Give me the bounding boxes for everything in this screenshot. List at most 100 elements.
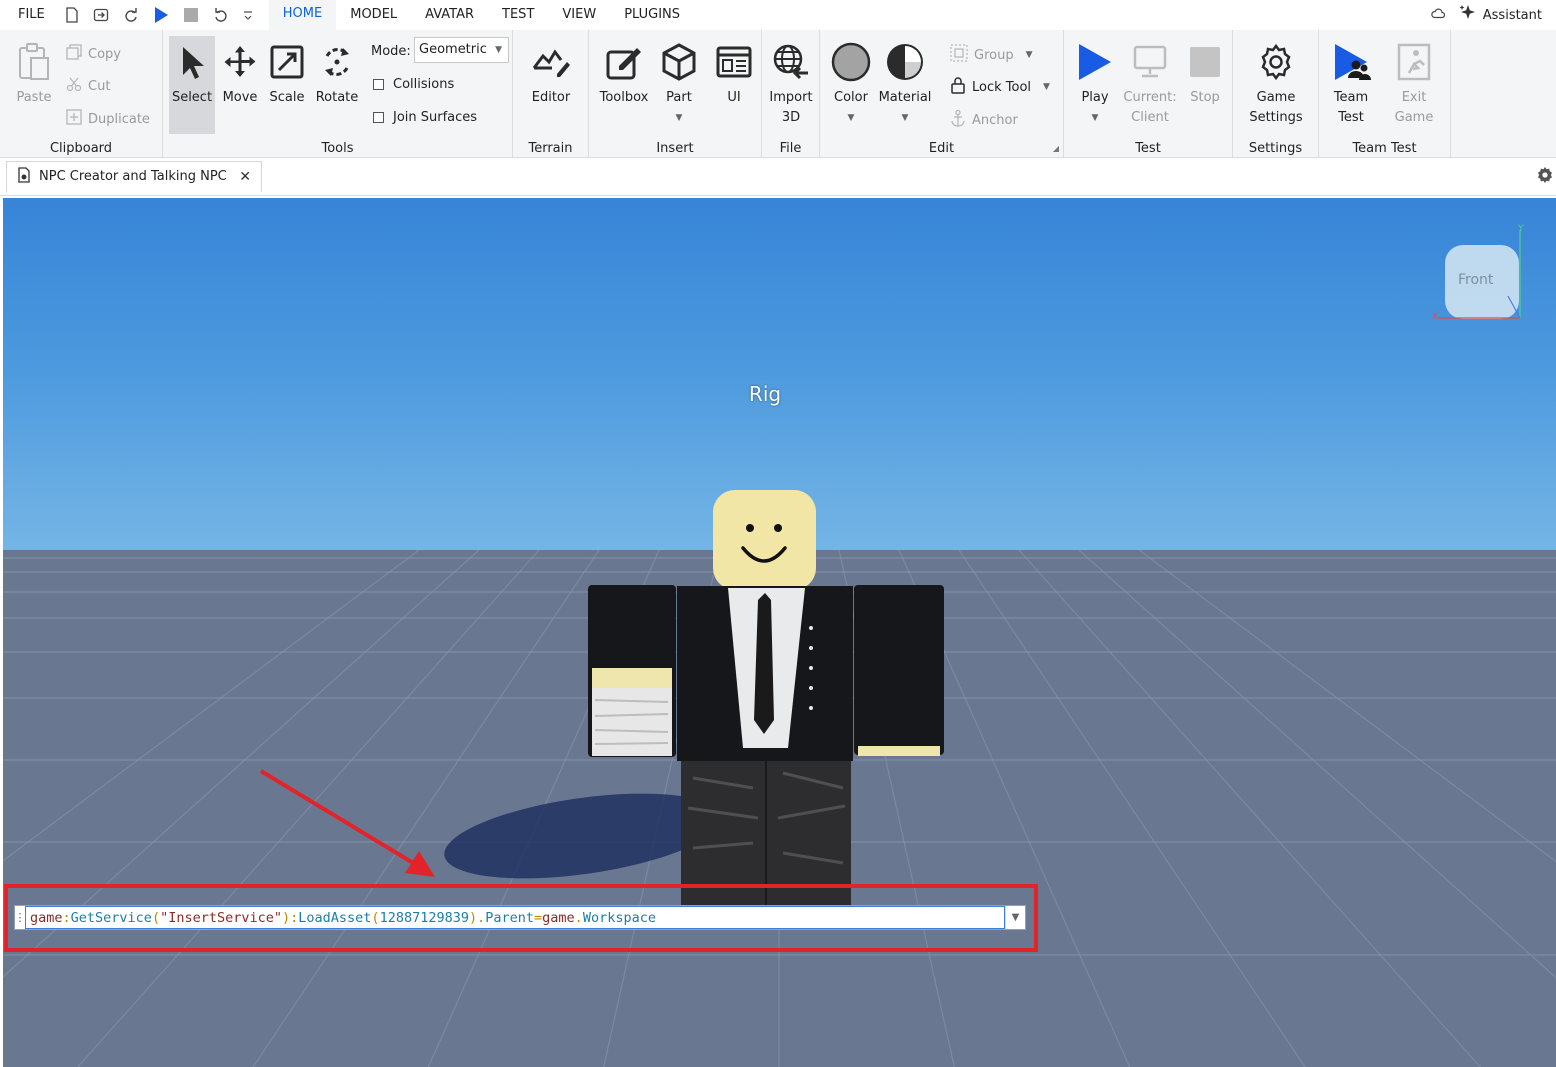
mode-select[interactable]: Geometric ▼ [414,37,509,63]
command-token: ( [371,910,380,926]
paste-label: Paste [16,90,52,105]
ui-button[interactable]: UI [705,36,763,108]
material-button[interactable]: Material ▼ [876,36,934,128]
terrain-editor-icon [522,36,580,88]
group-dropdown-icon[interactable]: ▼ [1026,50,1033,60]
stop-icon [1176,36,1234,88]
clipboard-group: Paste Copy Cut Duplicate Clipboard [0,30,163,158]
import-3d-label-2: 3D [781,110,801,125]
current-client-button[interactable]: Current: Client [1120,36,1180,128]
settings-gear-icon[interactable] [1536,166,1554,188]
rig-character[interactable] [583,488,947,908]
command-bar-input[interactable]: game:GetService("InsertService"):LoadAss… [25,906,1005,929]
rig-right-arm[interactable] [854,585,944,755]
part-dropdown-icon[interactable]: ▼ [650,108,708,128]
command-token: Parent [485,910,535,926]
document-tab-title: NPC Creator and Talking NPC [39,169,227,184]
rig-head[interactable] [713,490,816,590]
customize-toolbar-icon[interactable] [243,8,253,22]
paste-button[interactable]: Paste [5,36,63,108]
copy-label: Copy [88,46,121,62]
paste-icon [5,36,63,88]
command-token: = [534,910,543,926]
color-dropdown-icon[interactable]: ▼ [822,108,880,128]
play-button[interactable]: Play ▼ [1066,36,1124,128]
new-file-icon[interactable] [65,7,79,23]
stop-button[interactable]: Stop [1176,36,1234,108]
game-settings-label-1: Game [1256,90,1296,105]
command-token: . [574,910,583,926]
color-button[interactable]: Color ▼ [822,36,880,128]
play-icon[interactable] [153,6,169,24]
move-button[interactable]: Move [217,36,263,108]
close-tab-icon[interactable]: ✕ [239,169,251,185]
join-surfaces-checkbox[interactable]: Join Surfaces [373,110,477,125]
axis-x-label: X [1432,312,1439,322]
redo-icon[interactable] [123,7,139,23]
terrain-editor-button[interactable]: Editor [522,36,580,108]
tab-test[interactable]: TEST [488,0,548,30]
part-button[interactable]: Part ▼ [650,36,708,128]
command-token: game [542,910,575,926]
view-cube[interactable]: Front Y X [1428,224,1528,328]
drag-handle-icon[interactable]: ⋮ [15,906,26,929]
group-icon [950,44,968,66]
import-3d-label-1: Import [769,90,813,105]
publish-icon[interactable] [93,7,109,23]
select-button[interactable]: Select [169,36,215,134]
terrain-editor-label: Editor [531,90,571,105]
import-3d-button[interactable]: Import 3D [762,36,820,128]
scissors-icon [66,76,82,96]
history-dropdown-icon[interactable]: ▼ [1005,906,1025,929]
tab-avatar[interactable]: AVATAR [411,0,488,30]
tab-plugins[interactable]: PLUGINS [610,0,694,30]
toolbox-button[interactable]: Toolbox [595,36,653,108]
cursor-icon [169,36,215,88]
group-button[interactable]: Group ▼ [950,44,1033,66]
rotate-button[interactable]: Rotate [312,36,362,108]
team-test-label-2: Test [1338,110,1364,125]
team-test-label-1: Team [1333,90,1369,105]
undo-icon[interactable] [213,7,229,23]
tab-model[interactable]: MODEL [336,0,411,30]
cloud-icon[interactable] [1431,7,1445,23]
collisions-check-box[interactable] [373,79,384,90]
team-test-button[interactable]: Team Test [1322,36,1380,128]
annotation-arrow [259,769,435,877]
copy-button[interactable]: Copy [66,44,121,64]
terrain-group: Editor Terrain [513,30,589,158]
game-settings-button[interactable]: Game Settings [1247,36,1305,128]
group-label: Group [974,47,1014,63]
lock-dropdown-icon[interactable]: ▼ [1043,82,1050,92]
play-dropdown-icon[interactable]: ▼ [1066,108,1124,128]
test-group-label: Test [1135,141,1161,156]
tab-home[interactable]: HOME [268,0,337,31]
stop-icon[interactable] [183,7,199,23]
scale-button[interactable]: Scale [264,36,310,108]
command-token: : [62,910,71,926]
insert-group: Toolbox Part ▼ UI Insert [589,30,762,158]
exit-game-label-1: Exit [1401,90,1427,105]
document-tab[interactable]: NPC Creator and Talking NPC ✕ [6,161,262,193]
menu-bar: FILE HOME MODEL AVATAR TEST VIEW PLUGINS… [0,0,1556,31]
clipboard-group-label: Clipboard [49,141,113,156]
file-menu[interactable]: FILE [0,0,59,30]
assistant-button[interactable]: Assistant [1459,4,1542,26]
rig-name-label: Rig [748,382,782,406]
current-client-label-1: Current: [1123,90,1177,105]
command-bar: ⋮ game:GetService("InsertService"):LoadA… [14,905,1026,930]
join-surfaces-check-box[interactable] [373,112,384,123]
duplicate-button[interactable]: Duplicate [66,109,150,129]
exit-game-button[interactable]: Exit Game [1385,36,1443,128]
command-token: 12887129839 [379,910,469,926]
anchor-button[interactable]: Anchor [950,109,1018,131]
view-cube-front-label: Front [1458,272,1494,288]
material-dropdown-icon[interactable]: ▼ [876,108,934,128]
lock-tool-button[interactable]: Lock Tool ▼ [950,76,1050,98]
edit-group: Color ▼ Material ▼ Group ▼ Lock Tool ▼ A… [820,30,1064,158]
play-label: Play [1081,90,1109,105]
tab-view[interactable]: VIEW [548,0,610,30]
collisions-checkbox[interactable]: Collisions [373,77,454,92]
cut-button[interactable]: Cut [66,76,110,96]
rig-right-eye [774,524,782,532]
